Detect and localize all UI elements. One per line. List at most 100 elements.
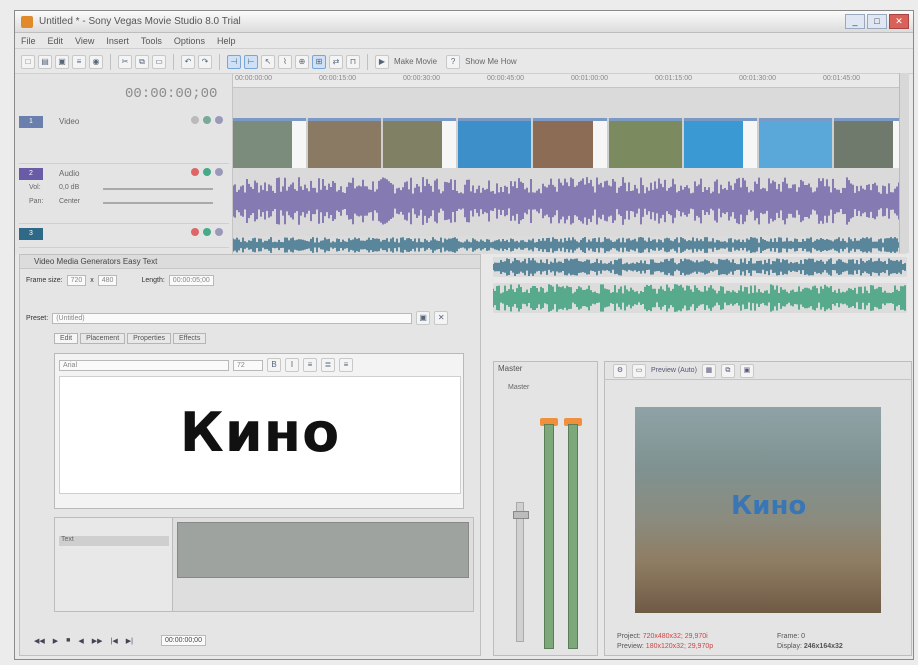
video-clip[interactable] — [608, 118, 682, 168]
timeline-area[interactable] — [233, 88, 907, 254]
fader-knob[interactable] — [513, 511, 529, 519]
audio-track-2-continued[interactable] — [493, 257, 907, 277]
normal-edit-icon[interactable]: ↖ — [261, 54, 275, 69]
master-fader[interactable] — [513, 502, 529, 642]
bold-icon[interactable]: B — [267, 358, 281, 372]
volume-slider[interactable] — [103, 188, 213, 190]
record-icon[interactable] — [191, 228, 199, 236]
mute-icon[interactable] — [215, 168, 223, 176]
split-icon[interactable]: ⊣ — [227, 54, 241, 69]
audio-track-3[interactable] — [493, 283, 907, 313]
menu-file[interactable]: File — [21, 36, 36, 46]
record-icon[interactable] — [191, 168, 199, 176]
video-clip[interactable] — [308, 118, 382, 168]
video-track[interactable] — [233, 118, 907, 168]
video-track-header[interactable]: 1 Video — [19, 114, 229, 164]
fx-icon[interactable] — [203, 168, 211, 176]
tab-placement[interactable]: Placement — [80, 333, 126, 344]
play-button[interactable]: ▶ — [53, 637, 58, 645]
zoom-icon[interactable]: ⊕ — [295, 54, 309, 69]
track-name[interactable]: Video — [59, 117, 79, 126]
height-field[interactable]: 480 — [97, 275, 118, 286]
overlays-icon[interactable]: ▦ — [701, 363, 716, 378]
video-clip[interactable] — [833, 118, 907, 168]
width-field[interactable]: 720 — [66, 275, 87, 286]
text-canvas[interactable]: Кино — [59, 376, 461, 494]
save-snapshot-icon[interactable]: ▣ — [739, 363, 754, 378]
copy-icon[interactable]: ⧉ — [135, 54, 149, 69]
preview-settings-icon[interactable]: ⚙ — [613, 363, 627, 378]
envelope-icon[interactable]: ⌇ — [278, 54, 292, 69]
video-clip[interactable] — [533, 118, 607, 168]
close-button[interactable]: ✕ — [889, 14, 909, 29]
tab-effects[interactable]: Effects — [173, 333, 207, 344]
audio-track-2[interactable] — [233, 236, 907, 254]
snapping-icon[interactable]: ⊞ — [312, 54, 326, 69]
undo-icon[interactable]: ↶ — [181, 54, 195, 69]
maximize-button[interactable]: □ — [867, 14, 887, 29]
show-me-how-button[interactable]: Show Me How — [465, 57, 517, 66]
font-dropdown[interactable]: Arial — [59, 359, 229, 371]
length-field[interactable]: 00:00:05;00 — [168, 275, 214, 286]
show-me-how-icon[interactable]: ? — [446, 54, 461, 69]
cut-icon[interactable]: ✂ — [118, 54, 132, 69]
make-movie-icon[interactable]: ▶ — [375, 54, 389, 69]
keyframe-track[interactable] — [177, 522, 469, 578]
align-right-icon[interactable]: ≡ — [339, 358, 353, 372]
video-clip[interactable] — [683, 118, 757, 168]
pan-slider[interactable] — [103, 202, 213, 204]
redo-icon[interactable]: ↷ — [198, 54, 212, 69]
rewind-button[interactable]: ◀◀ — [34, 637, 45, 645]
fast-forward-button[interactable]: ▶▶ — [92, 637, 103, 645]
time-ruler[interactable]: 00:00:00:00 00:00:15:00 00:00:30:00 00:0… — [233, 74, 907, 88]
open-icon[interactable]: ▤ — [38, 54, 52, 69]
make-movie-button[interactable]: Make Movie — [394, 57, 437, 66]
video-clip[interactable] — [233, 118, 307, 168]
go-start-button[interactable]: |◀ — [111, 637, 118, 645]
fx-icon[interactable] — [203, 116, 211, 124]
align-left-icon[interactable]: ≡ — [303, 358, 317, 372]
delete-preset-icon[interactable]: ✕ — [434, 311, 449, 325]
audio-track-1[interactable] — [233, 176, 907, 226]
prev-frame-button[interactable]: ◀ — [78, 637, 83, 645]
save-icon[interactable]: ▣ — [55, 54, 69, 69]
panel-subtitle[interactable]: Easy Text — [123, 257, 158, 266]
bypass-icon[interactable] — [191, 116, 199, 124]
autoripple-icon[interactable]: ⇄ — [329, 54, 343, 69]
properties-icon[interactable]: ≡ — [72, 54, 86, 69]
track-name[interactable]: Audio — [59, 169, 79, 178]
tab-edit[interactable]: Edit — [54, 333, 79, 344]
new-icon[interactable]: □ — [21, 54, 35, 69]
tab-properties[interactable]: Properties — [127, 333, 172, 344]
menu-insert[interactable]: Insert — [106, 36, 129, 46]
align-center-icon[interactable]: ≣ — [321, 358, 335, 372]
generated-text[interactable]: Кино — [60, 401, 460, 464]
save-preset-icon[interactable]: ▣ — [416, 311, 431, 325]
preview-quality-dropdown[interactable]: Preview (Auto) — [651, 367, 697, 374]
paste-icon[interactable]: ▭ — [152, 54, 166, 69]
audio-track-header[interactable]: 2 Audio Vol: 0,0 dB Pan: Center — [19, 166, 229, 224]
position-field[interactable]: 00:00:00;00 — [160, 635, 206, 646]
menu-help[interactable]: Help — [217, 36, 236, 46]
mute-icon[interactable] — [215, 116, 223, 124]
video-clip[interactable] — [458, 118, 532, 168]
minimize-button[interactable]: _ — [845, 14, 865, 29]
copy-snapshot-icon[interactable]: ⧉ — [720, 363, 735, 378]
mute-icon[interactable] — [215, 228, 223, 236]
audio-track-2-header[interactable]: 3 — [19, 226, 229, 248]
font-size-dropdown[interactable]: 72 — [233, 359, 263, 371]
fx-icon[interactable] — [203, 228, 211, 236]
go-end-button[interactable]: ▶| — [126, 637, 133, 645]
video-clip[interactable] — [758, 118, 832, 168]
render-icon[interactable]: ◉ — [89, 54, 103, 69]
menu-options[interactable]: Options — [174, 36, 205, 46]
video-clip[interactable] — [383, 118, 457, 168]
menu-tools[interactable]: Tools — [141, 36, 162, 46]
menu-edit[interactable]: Edit — [48, 36, 64, 46]
trim-icon[interactable]: ⊢ — [244, 54, 258, 69]
vertical-scrollbar[interactable] — [899, 73, 909, 253]
monitor-icon[interactable]: ▭ — [632, 363, 646, 378]
lock-icon[interactable]: ⊓ — [346, 54, 360, 69]
preset-dropdown[interactable]: (Untitled) — [52, 312, 413, 324]
stop-button[interactable]: ■ — [66, 637, 70, 644]
